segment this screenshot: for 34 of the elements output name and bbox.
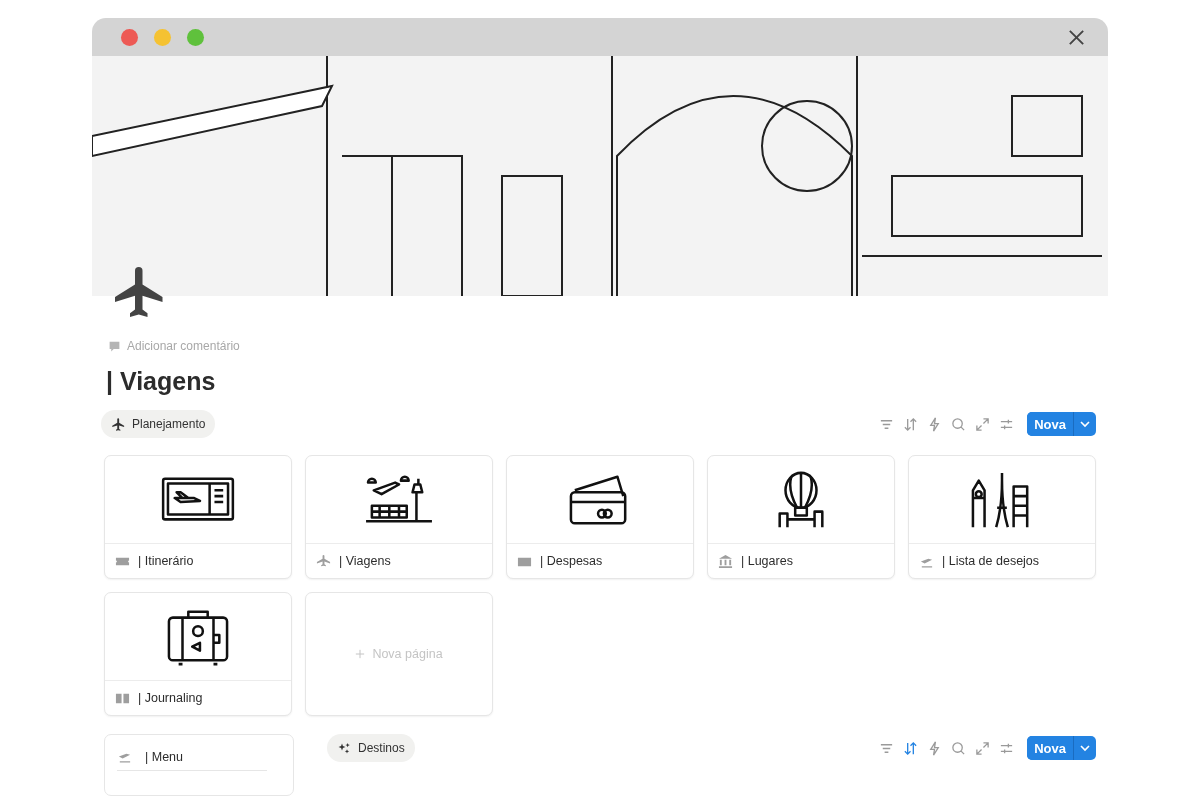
close-icon[interactable] bbox=[1067, 27, 1086, 47]
gallery-card[interactable]: | Viagens bbox=[305, 455, 493, 579]
card-title: | Itinerário bbox=[138, 554, 194, 568]
window-control-button[interactable] bbox=[187, 28, 204, 46]
card-title: | Lugares bbox=[741, 554, 793, 568]
sort-icon[interactable] bbox=[903, 740, 919, 756]
search-icon[interactable] bbox=[951, 740, 967, 756]
airplane-icon bbox=[111, 416, 126, 432]
bank-icon bbox=[718, 553, 733, 569]
new-button[interactable]: Nova bbox=[1027, 412, 1074, 436]
gallery-card[interactable]: | Lista de desejos bbox=[908, 455, 1096, 579]
gallery-card[interactable]: | Itinerário bbox=[104, 455, 292, 579]
page-title: | Viagens bbox=[106, 366, 217, 397]
gallery-card[interactable]: | Lugares bbox=[707, 455, 895, 579]
expand-icon[interactable] bbox=[975, 416, 991, 432]
card-title: | Despesas bbox=[540, 554, 603, 568]
sort-icon[interactable] bbox=[903, 416, 919, 432]
gallery-card[interactable]: | Despesas bbox=[506, 455, 694, 579]
new-page-label: Nova página bbox=[372, 647, 443, 661]
airplane-icon bbox=[316, 553, 331, 569]
window-control-button[interactable] bbox=[121, 28, 138, 46]
new-button[interactable]: Nova bbox=[1027, 736, 1074, 760]
card-title: | Lista de desejos bbox=[942, 554, 1040, 568]
gallery-card[interactable]: | Journaling bbox=[104, 592, 292, 716]
menu-title: | Menu bbox=[145, 749, 183, 764]
expand-icon[interactable] bbox=[975, 740, 991, 756]
card-title: | Journaling bbox=[138, 691, 203, 705]
view-tab[interactable]: Destinos bbox=[327, 734, 415, 762]
view-tab[interactable]: Planejamento bbox=[101, 410, 216, 438]
menu-card[interactable]: | Menu bbox=[104, 734, 294, 796]
comment-icon bbox=[108, 339, 121, 353]
search-icon[interactable] bbox=[951, 416, 967, 432]
plus-icon bbox=[355, 649, 366, 659]
card-title: | Viagens bbox=[339, 554, 391, 568]
